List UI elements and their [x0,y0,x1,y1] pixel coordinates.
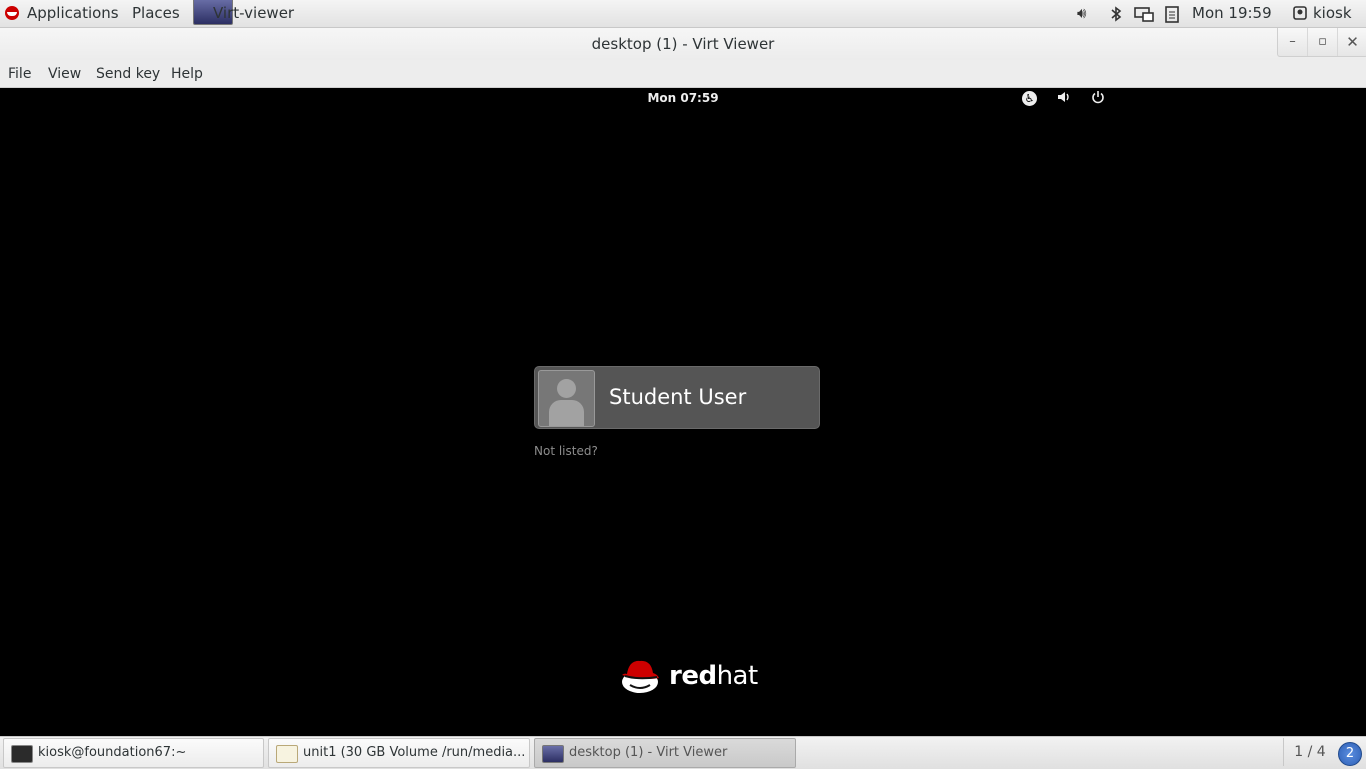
guest-volume-icon[interactable] [1057,90,1071,108]
active-app-label[interactable]: Virt-viewer [213,0,294,27]
task-label: desktop (1) - Virt Viewer [569,745,728,760]
bluetooth-icon[interactable] [1110,0,1122,27]
workspace-indicator[interactable]: 1 / 4 [1283,738,1336,766]
guest-clock[interactable]: Mon 07:59 [0,91,1366,105]
taskbar: kiosk@foundation67:~ unit1 (30 GB Volume… [0,736,1366,769]
notification-badge[interactable]: 2 [1338,742,1362,766]
shadowman-icon [622,660,659,693]
redhat-logo: redhat [619,658,758,698]
virt-viewer-icon [542,745,564,763]
menu-help[interactable]: Help [171,60,203,88]
user-menu[interactable]: kiosk [1313,0,1352,27]
power-icon[interactable] [1091,90,1105,108]
text-editor-icon [276,745,298,763]
task-text-editor[interactable]: unit1 (30 GB Volume /run/media... [268,738,530,768]
redhat-menu-icon[interactable] [5,6,19,20]
redhat-wordmark: redhat [669,661,758,691]
user-icon[interactable] [1293,0,1307,27]
menubar: File View Send key Help [0,60,1366,88]
task-label: unit1 (30 GB Volume /run/media... [303,745,526,760]
not-listed-link[interactable]: Not listed? [534,444,598,458]
guest-display[interactable]: Mon 07:59 ♿︎ Student User Not listed? re… [0,88,1366,736]
close-button[interactable]: ✕ [1337,28,1366,56]
volume-icon[interactable]: 🔊︎ [1077,0,1086,27]
menu-send-key[interactable]: Send key [96,60,160,88]
places-menu[interactable]: Places [132,0,180,27]
login-user-card[interactable]: Student User [534,366,820,429]
task-label: kiosk@foundation67:~ [38,745,187,760]
task-virt-viewer[interactable]: desktop (1) - Virt Viewer [534,738,796,768]
maximize-button[interactable]: ▫ [1307,28,1337,56]
window-title: desktop (1) - Virt Viewer [591,35,775,53]
terminal-icon [11,745,33,763]
menu-file[interactable]: File [8,60,31,88]
window-controls: – ▫ ✕ [1277,28,1366,57]
panel-clock[interactable]: Mon 19:59 [1192,0,1272,27]
task-terminal[interactable]: kiosk@foundation67:~ [3,738,264,768]
accessibility-icon[interactable]: ♿︎ [1022,91,1037,106]
network-icon[interactable] [1134,0,1154,27]
clipboard-icon[interactable] [1164,0,1180,27]
minimize-button[interactable]: – [1278,28,1307,56]
top-panel: Applications Places Virt-viewer 🔊︎ Mon 1… [0,0,1366,28]
login-user-name: Student User [609,385,747,409]
applications-menu[interactable]: Applications [27,0,119,27]
window-titlebar[interactable]: desktop (1) - Virt Viewer – ▫ ✕ [0,28,1366,60]
menu-view[interactable]: View [48,60,81,88]
avatar [538,370,595,427]
